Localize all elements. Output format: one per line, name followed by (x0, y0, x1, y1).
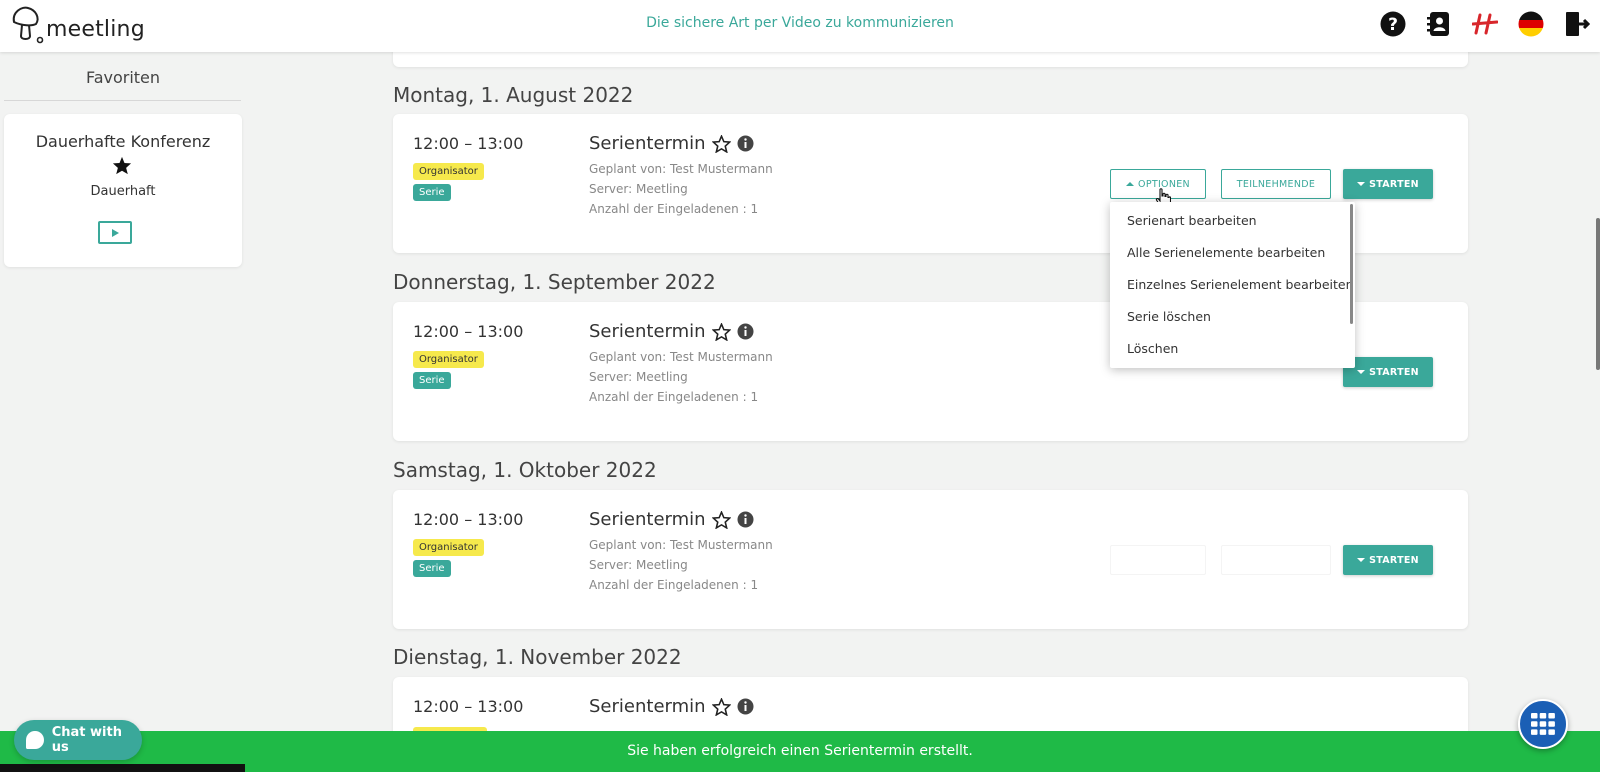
planned-by: Geplant von: Test Mustermann (589, 350, 773, 364)
favorite-play-button[interactable] (98, 221, 132, 244)
start-button[interactable]: STARTEN (1343, 357, 1433, 387)
grid-icon (1531, 713, 1555, 735)
logout-icon[interactable] (1564, 11, 1590, 37)
date-heading: Montag, 1. August 2022 (393, 83, 634, 107)
date-heading: Samstag, 1. Oktober 2022 (393, 458, 657, 482)
event-title-row: Serientermin (589, 696, 754, 717)
series-badge: Serie (413, 184, 451, 201)
participants-button[interactable]: TEILNEHMENDE (1221, 169, 1331, 199)
organizer-badge: Organisator (413, 539, 484, 556)
participants-button-faded[interactable] (1221, 545, 1331, 575)
favorites-divider (4, 100, 241, 101)
planned-by: Geplant von: Test Mustermann (589, 538, 773, 552)
favorites-title: Favoriten (85, 68, 161, 87)
favorite-name: Dauerhafte Konferenz (35, 132, 211, 151)
server-info: Server: Meetling (589, 182, 688, 196)
options-dropdown-menu: Serienart bearbeiten Alle Serienelemente… (1110, 202, 1355, 368)
star-outline-icon[interactable] (711, 322, 731, 341)
start-button[interactable]: STARTEN (1343, 545, 1433, 575)
event-title: Serientermin (589, 696, 706, 717)
event-time: 12:00 – 13:00 (413, 510, 524, 529)
chat-button[interactable]: Chat with us (14, 720, 142, 760)
event-title-row: Serientermin (589, 321, 754, 342)
start-button[interactable]: STARTEN (1343, 169, 1433, 199)
play-icon (112, 228, 119, 237)
favorites-sidebar: Favoriten Dauerhafte Konferenz Dauerhaft (0, 52, 246, 772)
server-info: Server: Meetling (589, 370, 688, 384)
options-button-faded[interactable] (1110, 545, 1206, 575)
menu-item-edit-all-series-elements[interactable]: Alle Serienelemente bearbeiten (1127, 245, 1325, 260)
svg-text:?: ? (1388, 15, 1398, 35)
menu-item-edit-series-type[interactable]: Serienart bearbeiten (1127, 213, 1257, 228)
organizer-badge: Organisator (413, 351, 484, 368)
menu-item-delete[interactable]: Löschen (1127, 341, 1178, 356)
event-time: 12:00 – 13:00 (413, 134, 524, 153)
info-icon[interactable] (737, 323, 754, 340)
brand-h-icon[interactable] (1472, 11, 1498, 37)
series-badge: Serie (413, 372, 451, 389)
filled-star-icon[interactable] (112, 156, 132, 179)
event-title: Serientermin (589, 321, 706, 342)
favorite-card[interactable]: Dauerhafte Konferenz Dauerhaft (4, 114, 242, 267)
caret-down-icon (1357, 558, 1366, 562)
info-icon[interactable] (737, 135, 754, 152)
organizer-badge: Organisator (413, 163, 484, 180)
caret-down-icon (1357, 370, 1366, 374)
event-time: 12:00 – 13:00 (413, 322, 524, 341)
event-title-row: Serientermin (589, 509, 754, 530)
series-badge: Serie (413, 560, 451, 577)
page-scrollbar[interactable] (1596, 218, 1600, 370)
chat-label: Chat with us (51, 725, 122, 755)
date-heading: Dienstag, 1. November 2022 (393, 645, 682, 669)
invited-count: Anzahl der Eingeladenen : 1 (589, 202, 759, 216)
event-card: 12:00 – 13:00 Organisator Serie Seriente… (393, 490, 1468, 629)
info-icon[interactable] (737, 511, 754, 528)
server-info: Server: Meetling (589, 558, 688, 572)
event-time: 12:00 – 13:00 (413, 697, 524, 716)
event-title-row: Serientermin (589, 133, 754, 154)
tagline: Die sichere Art per Video zu kommunizier… (646, 15, 954, 31)
star-outline-icon[interactable] (711, 697, 731, 716)
apps-grid-button[interactable] (1518, 699, 1568, 749)
star-outline-icon[interactable] (711, 510, 731, 529)
star-outline-icon[interactable] (711, 134, 731, 153)
event-title: Serientermin (589, 509, 706, 530)
invited-count: Anzahl der Eingeladenen : 1 (589, 578, 759, 592)
menu-item-edit-single-series-element[interactable]: Einzelnes Serienelement bearbeiten (1127, 277, 1354, 292)
info-icon[interactable] (737, 698, 754, 715)
event-title: Serientermin (589, 133, 706, 154)
help-icon[interactable]: ? (1380, 11, 1406, 37)
contacts-icon[interactable] (1426, 11, 1452, 37)
planned-by: Geplant von: Test Mustermann (589, 162, 773, 176)
caret-up-icon (1126, 182, 1135, 186)
top-header: meetling Die sichere Art per Video zu ko… (0, 0, 1600, 52)
favorite-type: Dauerhaft (90, 184, 156, 199)
date-heading: Donnerstag, 1. September 2022 (393, 270, 716, 294)
caret-down-icon (1357, 182, 1366, 186)
dropdown-scrollbar[interactable] (1350, 204, 1353, 324)
chat-bubble-icon (26, 731, 44, 749)
black-strip (0, 764, 245, 772)
menu-item-delete-series[interactable]: Serie löschen (1127, 309, 1211, 324)
german-flag-icon[interactable] (1518, 11, 1544, 37)
invited-count: Anzahl der Eingeladenen : 1 (589, 390, 759, 404)
